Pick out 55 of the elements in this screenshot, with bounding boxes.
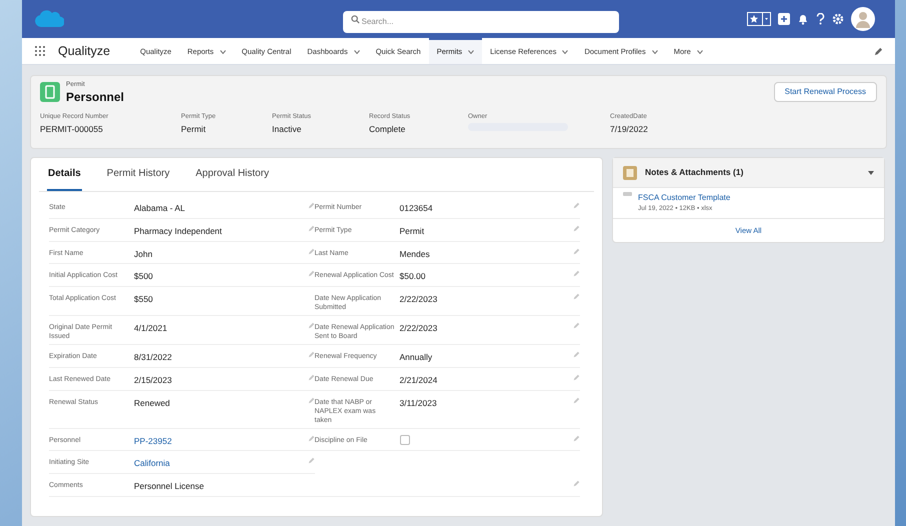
field-value: Permit xyxy=(181,123,207,136)
field-value: 2/21/2024 xyxy=(400,374,438,386)
field-value: $50.00 xyxy=(400,270,426,283)
file-link[interactable]: FSCA Customer Template xyxy=(638,192,730,204)
record-link[interactable]: California xyxy=(134,457,306,470)
notes-title: Notes & Attachments (1) xyxy=(645,166,744,179)
document-icon xyxy=(40,82,60,102)
tab[interactable]: Approval History xyxy=(194,158,270,191)
field-value: Alabama - AL xyxy=(134,202,186,215)
field-value: 4/1/2021 xyxy=(134,322,168,335)
edit-pencil-icon[interactable] xyxy=(874,46,883,56)
add-icon[interactable] xyxy=(778,13,790,25)
notes-icon xyxy=(623,166,637,180)
field-value: Mendes xyxy=(400,248,431,260)
field-value: Pharmacy Independent xyxy=(134,224,223,238)
bell-icon[interactable] xyxy=(797,13,809,25)
search-icon xyxy=(350,15,360,24)
checkbox[interactable] xyxy=(400,434,410,444)
chevron-down-icon xyxy=(354,50,360,54)
field-value: 7/19/2022 xyxy=(610,123,649,136)
chevron-down-icon xyxy=(562,50,568,54)
field-value: Inactive xyxy=(272,123,302,136)
field-value: Renewed xyxy=(134,396,171,410)
chevron-down-icon xyxy=(468,50,474,54)
chevron-down-icon xyxy=(696,50,703,54)
settings-icon[interactable] xyxy=(832,13,844,25)
cloud-logo-icon[interactable] xyxy=(34,9,64,29)
record-title: Personnel xyxy=(66,90,124,102)
chevron-down-icon xyxy=(220,50,226,54)
field-value: John xyxy=(134,248,154,260)
field-value: Personnel License xyxy=(134,480,205,493)
field-value: 2/15/2023 xyxy=(134,374,173,386)
start-renewal-button[interactable]: Start Renewal Process xyxy=(774,82,877,102)
field-value: $500 xyxy=(134,270,154,283)
tab[interactable]: Permit History xyxy=(106,158,171,191)
field-value: $550 xyxy=(134,293,154,306)
dropdown-caret-icon[interactable] xyxy=(868,170,874,174)
field-value: 2/22/2023 xyxy=(400,293,438,306)
field-value: Permit xyxy=(400,224,426,238)
chevron-down-icon xyxy=(652,50,658,54)
field-value: 2/22/2023 xyxy=(400,322,438,335)
search-field[interactable]: Search... xyxy=(342,10,618,32)
record-link[interactable]: PP-23952 xyxy=(134,434,306,448)
field-value: 3/11/2023 xyxy=(400,396,438,410)
field-value: 8/31/2022 xyxy=(134,351,173,364)
file-icon xyxy=(623,192,632,196)
field-value: PERMIT-000055 xyxy=(40,123,104,136)
field-value: Annually xyxy=(400,351,434,364)
help-icon[interactable] xyxy=(816,13,825,25)
app-name: Qualityze xyxy=(58,42,110,60)
field-value: Complete xyxy=(369,123,406,136)
avatar-icon[interactable] xyxy=(851,7,875,31)
app-launcher-icon[interactable] xyxy=(34,45,46,57)
tab[interactable]: Details xyxy=(47,158,82,191)
field-value: 0123654 xyxy=(400,202,434,215)
